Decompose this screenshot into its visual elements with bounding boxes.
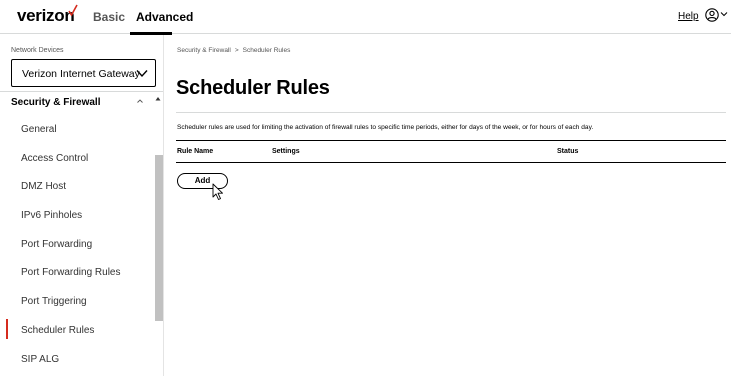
mouse-pointer-icon <box>212 183 223 200</box>
help-link[interactable]: Help <box>678 11 699 22</box>
column-header-rule-name: Rule Name <box>177 148 214 155</box>
breadcrumb: Security & Firewall > Scheduler Rules <box>177 47 290 54</box>
sidebar-item-label: Scheduler Rules <box>21 324 95 336</box>
device-select-value: Verizon Internet Gateway <box>22 68 140 80</box>
sidebar-item-label: General <box>21 124 57 135</box>
sidebar-item-label: Port Forwarding <box>21 238 93 250</box>
sidebar-item-label: Access Control <box>21 152 89 164</box>
sidebar-item-label: SIP ALG <box>21 353 60 365</box>
tab-advanced[interactable]: Advanced <box>136 10 193 24</box>
scroll-up-arrow-icon[interactable] <box>155 96 161 101</box>
verizon-logo[interactable]: verizon <box>17 6 75 26</box>
table-header-border <box>176 162 726 163</box>
section-divider <box>0 91 163 92</box>
sidebar-item-scheduler-rules[interactable]: Scheduler Rules <box>0 315 153 344</box>
chevron-up-icon[interactable] <box>136 97 144 105</box>
tab-basic[interactable]: Basic <box>93 10 125 24</box>
sidebar-item-port-forwarding[interactable]: Port Forwarding <box>0 229 153 258</box>
sidebar-item-label: Port Forwarding Rules <box>21 267 121 279</box>
checkmark-icon <box>68 4 78 16</box>
sidebar-item-port-forwarding-rules[interactable]: Port Forwarding Rules <box>0 257 153 286</box>
sidebar-item-label: Port Triggering <box>21 296 87 308</box>
breadcrumb-item-current: Scheduler Rules <box>242 47 291 54</box>
network-devices-label: Network Devices <box>11 47 64 54</box>
table-top-border <box>176 140 726 141</box>
page-title: Scheduler Rules <box>176 77 330 99</box>
sidebar-item-general[interactable]: General <box>0 114 153 143</box>
sidebar-menu: General Access Control DMZ Host IPv6 Pin… <box>0 114 153 372</box>
column-header-status: Status <box>557 148 579 155</box>
title-divider <box>176 112 726 113</box>
breadcrumb-item-section[interactable]: Security & Firewall <box>177 47 231 54</box>
user-circle-icon[interactable] <box>705 8 719 22</box>
chevron-down-icon <box>136 70 148 78</box>
device-select[interactable]: Verizon Internet Gateway <box>11 59 156 87</box>
chevron-down-icon[interactable] <box>720 10 728 18</box>
sidebar-item-label: IPv6 Pinholes <box>21 210 83 222</box>
page-description: Scheduler rules are used for limiting th… <box>177 124 594 131</box>
sidebar: Network Devices Verizon Internet Gateway… <box>0 35 164 376</box>
column-header-settings: Settings <box>272 148 300 155</box>
sidebar-item-ipv6-pinholes[interactable]: IPv6 Pinholes <box>0 200 153 229</box>
sidebar-item-label: DMZ Host <box>21 181 66 193</box>
sidebar-item-port-triggering[interactable]: Port Triggering <box>0 286 153 315</box>
sidebar-scrollbar-thumb[interactable] <box>155 155 163 321</box>
active-item-indicator <box>6 318 8 339</box>
section-title[interactable]: Security & Firewall <box>11 97 100 108</box>
top-header: verizon Basic Advanced Help <box>0 0 731 35</box>
sidebar-item-dmz-host[interactable]: DMZ Host <box>0 171 153 200</box>
sidebar-item-sip-alg[interactable]: SIP ALG <box>0 344 153 373</box>
breadcrumb-separator: > <box>234 47 239 54</box>
sidebar-item-access-control[interactable]: Access Control <box>0 143 153 172</box>
